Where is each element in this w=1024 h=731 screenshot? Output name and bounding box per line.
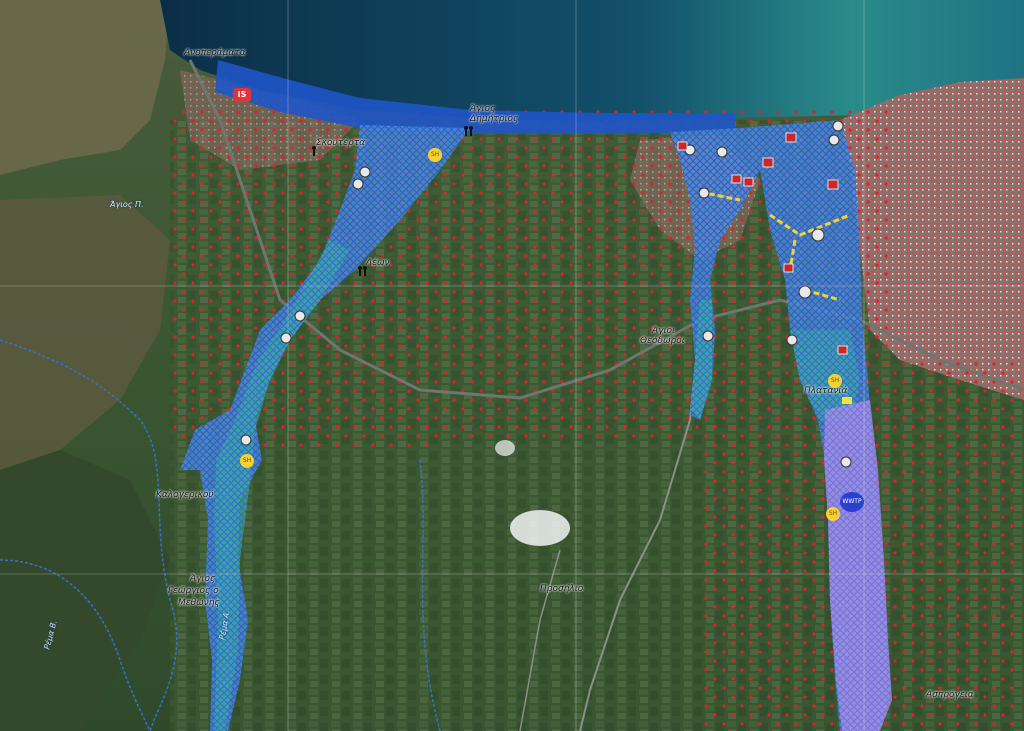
place-label: Καλογερικού [156,490,214,500]
building-marker [743,177,754,187]
culvert-marker [698,187,710,199]
culvert-marker [828,134,840,146]
culvert-marker [280,332,292,344]
building-marker [827,179,839,190]
building-marker [731,174,742,184]
cloud [510,510,570,546]
map-canvas [0,0,1024,731]
culvert-marker [832,120,844,132]
culvert-marker [798,285,812,299]
place-label: Θεόδωροι [640,336,685,346]
sh-badge[interactable]: SH [428,148,442,162]
place-label: Άγιος [190,574,216,584]
culvert-marker [352,178,364,190]
sh-badge[interactable]: SH [240,454,254,468]
building-marker [762,157,774,168]
facility-marker [842,397,852,404]
sh-badge[interactable]: SH [826,507,840,521]
building-marker [837,345,848,355]
place-label: Ανοπεράματα [184,48,246,58]
culvert-marker [840,456,852,468]
place-label: Άγιοι [652,326,676,336]
place-label: Πλατανιά [804,386,848,396]
river-label: Άγιος Π. [110,200,144,209]
is-badge[interactable]: IS [233,88,251,102]
culvert-marker [294,310,306,322]
flood-map[interactable]: IS SH SH SH SH WWTP Ανοπεράματα Άγιος Δη… [0,0,1024,731]
culvert-marker [786,334,798,346]
place-label: Σκουτέρτα [316,138,366,148]
place-label: Ασπρόγεια [926,690,974,700]
culvert-marker [359,166,371,178]
culvert-marker [702,330,714,342]
wwtp-badge[interactable]: WWTP [840,492,864,512]
place-label: Άγιος [470,104,496,114]
culvert-marker [811,228,825,242]
place-label: Μεθώνης [178,598,220,608]
culvert-marker [240,434,252,446]
place-label: Δημήτριος [470,114,519,124]
place-label: Προσήλιο [540,584,584,594]
place-label: Λέων [366,258,390,268]
culvert-marker [716,146,728,158]
building-marker [783,263,794,273]
place-label: Γεώργιος ο [168,586,219,596]
building-marker [785,132,797,143]
cloud [495,440,515,456]
building-marker [677,141,688,151]
